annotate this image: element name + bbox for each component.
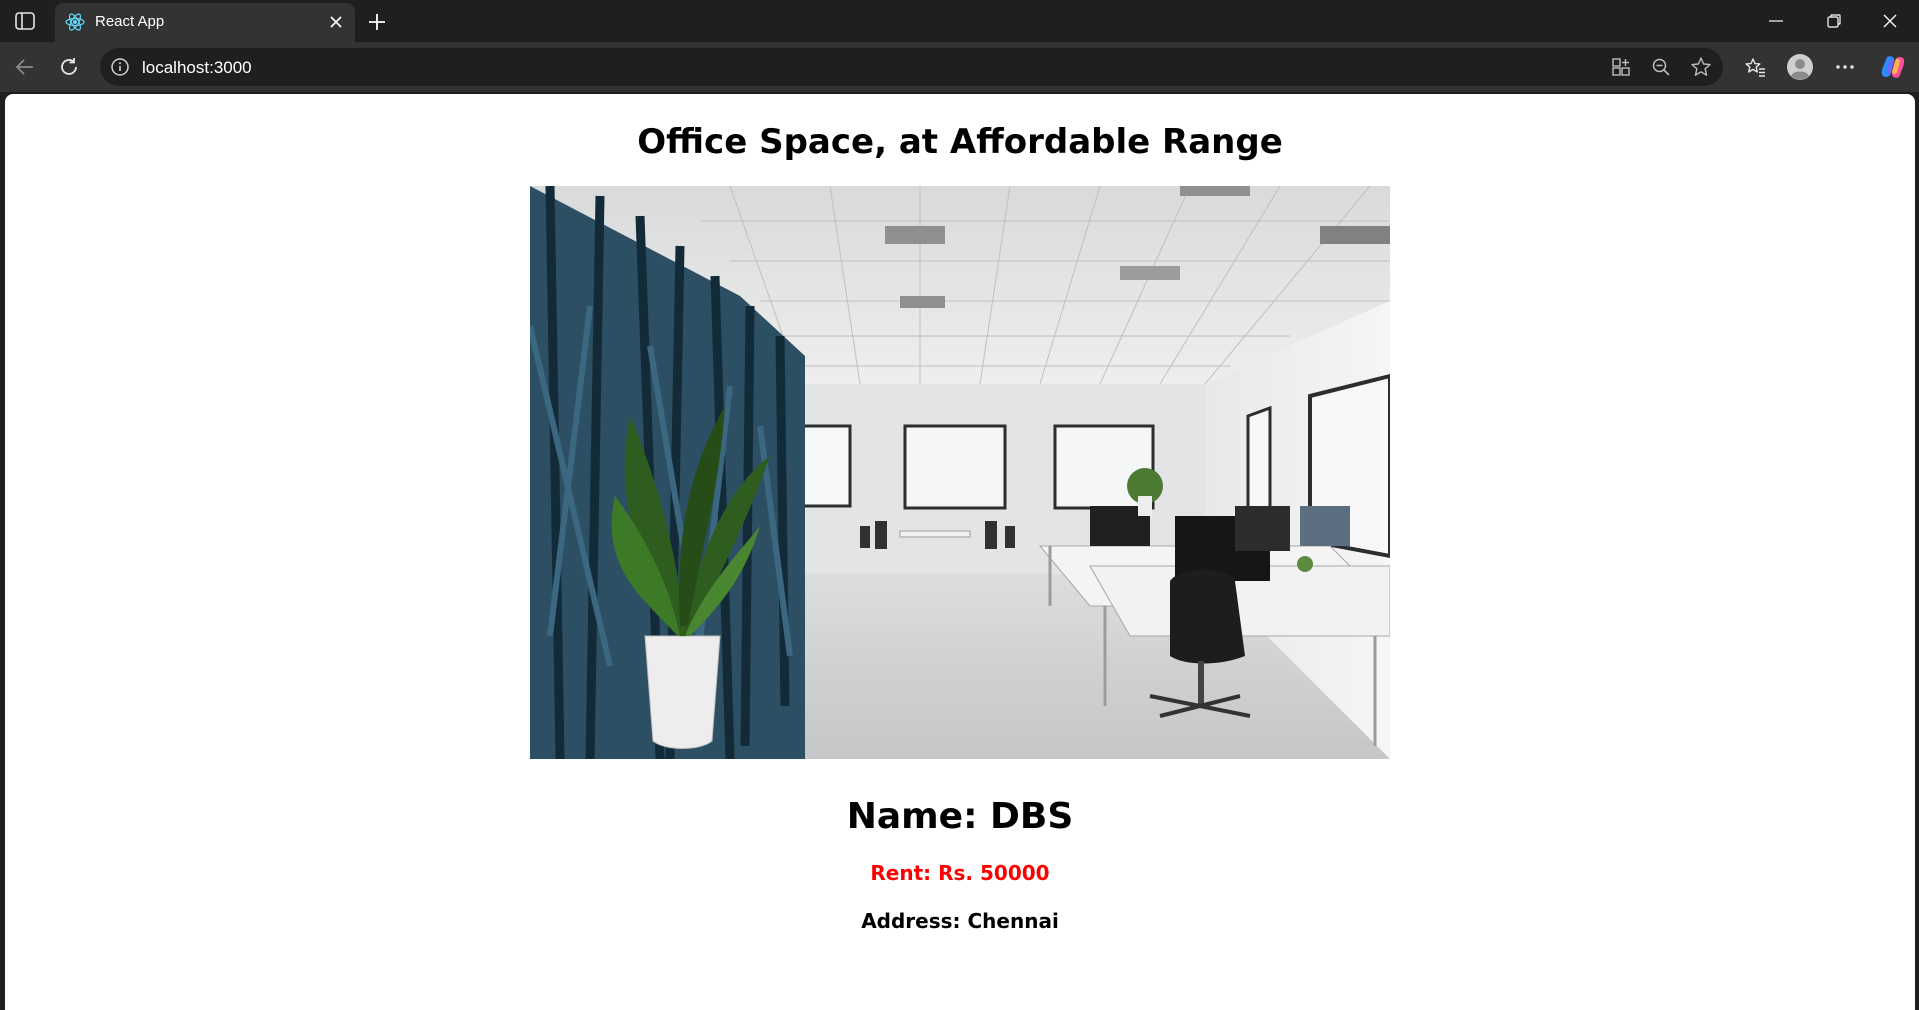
- minimize-icon[interactable]: [1747, 0, 1805, 42]
- restore-icon[interactable]: [1805, 0, 1863, 42]
- browser-tab[interactable]: React App: [55, 3, 355, 42]
- site-info-icon[interactable]: [110, 57, 130, 77]
- new-tab-icon[interactable]: [363, 8, 391, 36]
- reload-icon[interactable]: [53, 51, 85, 83]
- page-title: Office Space, at Affordable Range: [637, 122, 1283, 162]
- office-rent: Rent: Rs. 50000: [870, 861, 1050, 885]
- office-name: Name: DBS: [846, 796, 1074, 837]
- tab-strip: React App: [0, 0, 1919, 42]
- profile-avatar-icon[interactable]: [1785, 52, 1815, 82]
- tab-close-icon[interactable]: [325, 11, 347, 33]
- office-space-page: Office Space, at Affordable Range Name: …: [5, 94, 1915, 935]
- browser-toolbar: localhost:3000: [0, 42, 1919, 92]
- favorite-star-icon[interactable]: [1689, 55, 1713, 79]
- url-text[interactable]: localhost:3000: [142, 58, 252, 78]
- favorites-icon[interactable]: [1740, 52, 1770, 82]
- react-logo-icon: [64, 11, 86, 33]
- tab-actions-icon[interactable]: [12, 9, 38, 33]
- page-viewport: Office Space, at Affordable Range Name: …: [5, 94, 1915, 1010]
- office-image: [530, 186, 1390, 759]
- app-available-icon[interactable]: [1609, 55, 1633, 79]
- more-options-icon[interactable]: [1830, 52, 1860, 82]
- address-bar[interactable]: localhost:3000: [100, 48, 1723, 86]
- office-address: Address: Chennai: [861, 909, 1059, 933]
- copilot-icon[interactable]: [1878, 52, 1908, 82]
- zoom-out-icon[interactable]: [1649, 55, 1673, 79]
- tab-title: React App: [95, 13, 165, 30]
- back-icon[interactable]: [9, 51, 41, 83]
- close-window-icon[interactable]: [1861, 0, 1919, 42]
